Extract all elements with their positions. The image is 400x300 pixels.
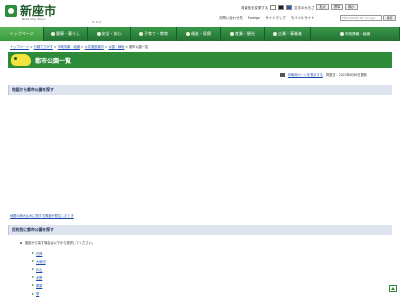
- font-shrink-button[interactable]: 縮小: [345, 4, 358, 10]
- page-title-band: 都市公園一覧: [8, 52, 392, 68]
- list-item: 栗原: [32, 281, 46, 289]
- site-header: 新座市 Niiza City Tokyo ✿ ✿ ✿ 背景色を変更する 文字の大…: [0, 0, 400, 27]
- background-color-label: 背景色を変更する: [241, 5, 269, 10]
- area-link[interactable]: 北野: [36, 275, 42, 280]
- nav-item-label: トップページ: [9, 31, 34, 36]
- arrow-icon: [32, 276, 34, 279]
- map-section-heading: 地図から都市公園を探す: [8, 85, 392, 95]
- safety-icon: [96, 32, 101, 36]
- nav-item-label: 市政情報・組織: [344, 32, 371, 36]
- nav-item-label: 企業・事業者: [278, 31, 302, 36]
- breadcrumb-current: 都市公園一覧: [129, 45, 149, 49]
- accessibility-tools: 背景色を変更する 文字の大きさ 拡大 標準 縮小: [241, 4, 358, 10]
- breadcrumb-link[interactable]: 分類でさがす: [34, 45, 53, 49]
- list-item: 大和田: [32, 257, 46, 265]
- list-item: 片山: [32, 265, 46, 273]
- logo-subtitle: Niiza City Tokyo: [22, 17, 46, 21]
- intro-text: 施設から探す場合は以下から選択してください。: [25, 241, 95, 245]
- arrow-icon: [32, 268, 34, 271]
- utility-links: お問い合わせ先 Foreign サイトマップ モバイルサイト: [219, 15, 315, 21]
- nav-item-label: 福祉・医療: [191, 31, 211, 36]
- logo-text: 新座市: [20, 4, 57, 18]
- area-link[interactable]: 栄: [36, 291, 39, 296]
- map-embed[interactable]: [8, 95, 392, 210]
- city-info-icon: [339, 32, 344, 36]
- breadcrumb-link[interactable]: トップページ: [10, 45, 29, 49]
- breadcrumb-link[interactable]: 公園・緑地: [108, 45, 124, 49]
- purpose-section-heading: 目的別に都市公園を探す: [8, 225, 392, 235]
- breadcrumb: トップページ > 分類でさがす > 市政情報・組織 > 公共施設案内 > 公園・…: [10, 45, 149, 49]
- mascot-icon: [11, 54, 31, 66]
- map-problem-link[interactable]: 地図の読み込みに関する問題が発生したとき: [10, 213, 74, 218]
- nav-item-label: 子育て・教育: [144, 31, 168, 36]
- purpose-intro: 施設から探す場合は以下から選択してください。: [20, 240, 95, 245]
- global-nav: トップページ 健康・暮らし 安全・安心 子育て・教育 福祉・医療 産業・観光 企…: [0, 27, 400, 41]
- arrow-icon: [32, 292, 34, 295]
- page-title: 都市公園一覧: [35, 58, 72, 65]
- font-enlarge-button[interactable]: 拡大: [316, 4, 329, 10]
- nav-item-childcare[interactable]: 子育て・教育: [131, 27, 177, 41]
- arrow-icon: [32, 260, 34, 263]
- bullet-icon: [20, 242, 22, 244]
- header-decoration: ✿ ✿ ✿: [92, 20, 102, 24]
- list-item: 石神: [32, 249, 46, 257]
- list-item: 北野: [32, 273, 46, 281]
- foreign-link[interactable]: Foreign: [248, 16, 261, 20]
- breadcrumb-link[interactable]: 公共施設案内: [85, 45, 104, 49]
- welfare-icon: [186, 32, 190, 36]
- industry-icon: [230, 32, 234, 36]
- childcare-icon: [139, 32, 143, 36]
- sitemap-link[interactable]: サイトマップ: [265, 15, 285, 20]
- area-link[interactable]: 石神: [36, 251, 42, 256]
- area-link[interactable]: 大和田: [36, 259, 46, 264]
- updated-date: 掲載日：2022年6月6日更新: [326, 73, 367, 77]
- nav-item-business[interactable]: 企業・事業者: [265, 27, 311, 41]
- section-title: 目的別に都市公園を探す: [12, 227, 54, 232]
- city-emblem-icon: [5, 5, 17, 17]
- area-list: 石神 大和田 片山 北野 栗原 栄: [32, 249, 46, 298]
- bg-blue-button[interactable]: [286, 4, 293, 10]
- nav-item-safety[interactable]: 安全・安心: [88, 27, 131, 41]
- page-meta: 印刷用ページを表示する 掲載日：2022年6月6日更新: [280, 72, 367, 77]
- nav-item-home[interactable]: トップページ: [0, 27, 44, 41]
- font-standard-button[interactable]: 標準: [330, 4, 344, 10]
- arrow-icon: [32, 284, 34, 287]
- bg-white-button[interactable]: [270, 4, 277, 10]
- nav-item-industry[interactable]: 産業・観光: [221, 27, 265, 41]
- mobile-site-link[interactable]: モバイルサイト: [291, 15, 315, 20]
- print-icon: [280, 72, 285, 77]
- print-page-link[interactable]: 印刷用ページを表示する: [288, 72, 323, 77]
- nav-item-life[interactable]: 健康・暮らし: [44, 27, 88, 41]
- nav-item-welfare[interactable]: 福祉・医療: [177, 27, 221, 41]
- nav-item-label: 安全・安心: [101, 31, 122, 36]
- font-size-label: 文字の大きさ: [294, 5, 315, 10]
- arrow-icon: [32, 252, 34, 255]
- section-title: 地図から都市公園を探す: [12, 87, 54, 92]
- area-link[interactable]: 片山: [36, 267, 42, 272]
- contact-link[interactable]: お問い合わせ先: [219, 15, 243, 20]
- life-icon: [51, 32, 55, 36]
- list-item: 栄: [32, 289, 46, 297]
- bg-black-button[interactable]: [278, 4, 285, 10]
- scroll-to-top-button[interactable]: [389, 285, 397, 292]
- site-search-input[interactable]: ENHANCED BY Google: [340, 15, 382, 21]
- breadcrumb-link[interactable]: 市政情報・組織: [58, 45, 80, 49]
- business-icon: [273, 32, 277, 36]
- nav-item-city-info[interactable]: 市政情報・組織: [311, 27, 400, 41]
- site-logo[interactable]: 新座市: [5, 5, 56, 17]
- search-button[interactable]: 検索: [383, 15, 396, 21]
- area-link[interactable]: 栗原: [36, 283, 42, 288]
- nav-item-label: 健康・暮らし: [56, 31, 80, 36]
- nav-item-label: 産業・観光: [235, 31, 255, 36]
